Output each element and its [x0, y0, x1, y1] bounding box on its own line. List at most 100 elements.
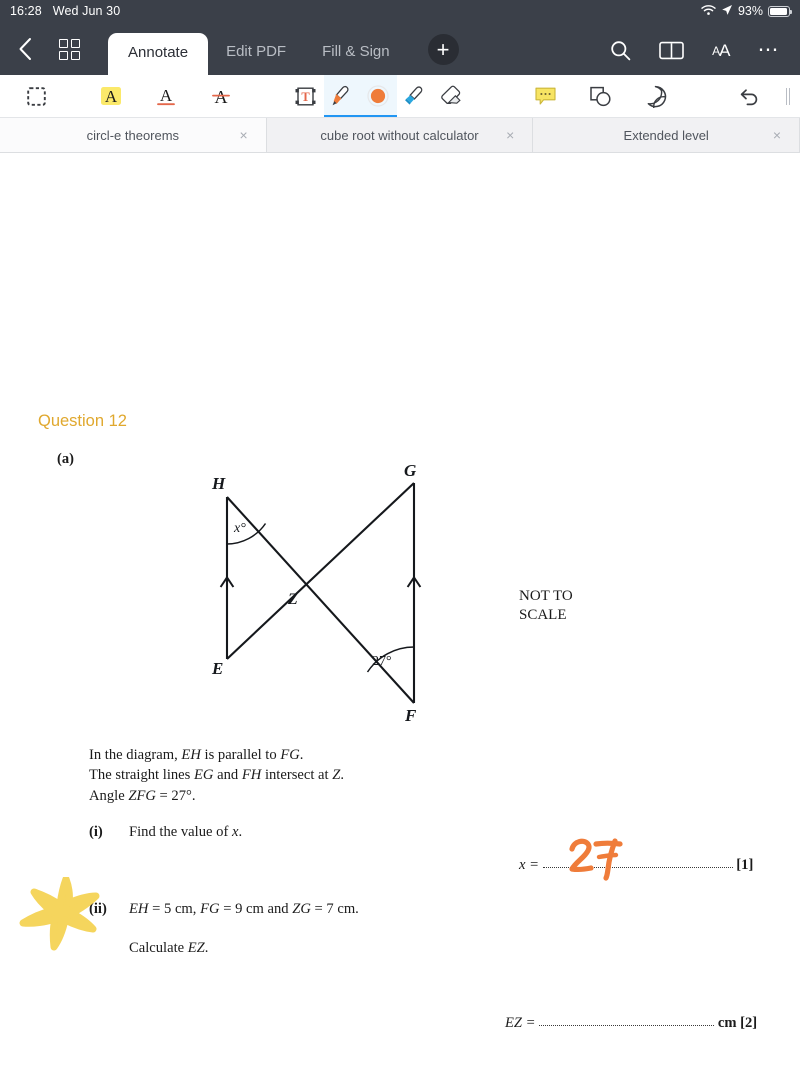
pen-tool[interactable] — [323, 75, 361, 117]
status-bar-left: 16:28 Wed Jun 30 — [10, 4, 120, 18]
statement-text: Angle — [89, 787, 129, 804]
svg-text:A: A — [105, 87, 118, 106]
instruction-text: Calculate — [129, 940, 188, 956]
toolbar-drag-handle[interactable] — [786, 87, 791, 105]
eraser-tool[interactable] — [433, 75, 470, 117]
answer-x-label: x = — [519, 857, 539, 873]
statement-text: is parallel to — [200, 747, 281, 763]
segment-zg: ZG — [292, 901, 311, 917]
close-icon[interactable]: × — [773, 128, 781, 142]
status-date: Wed Jun 30 — [52, 4, 121, 18]
more-icon[interactable]: ⋯ — [758, 40, 781, 60]
close-icon[interactable]: × — [239, 128, 247, 142]
underline-text-tool[interactable]: A — [148, 75, 185, 117]
add-tab-button[interactable]: + — [427, 34, 459, 65]
not-to-scale-line-2: SCALE — [519, 606, 567, 623]
status-time: 16:28 — [10, 4, 42, 18]
sticker-tool[interactable] — [637, 75, 674, 117]
shapes-tool[interactable] — [582, 75, 619, 117]
page-title: Question 12 — [38, 412, 127, 430]
vertex-label-Z: Z — [287, 591, 298, 608]
annotation-toolbar: A A A T — [0, 75, 800, 118]
answer-line-x[interactable]: x = [1] — [519, 857, 753, 874]
statement-text: intersect at — [261, 767, 333, 784]
statement-text: The straight lines — [89, 767, 194, 784]
mode-tab-bar: Annotate Edit PDF Fill & Sign + — [108, 33, 459, 75]
app-header: Annotate Edit PDF Fill & Sign + AA ⋯ — [0, 22, 800, 75]
text-box-tool[interactable]: T — [287, 75, 324, 117]
statement-text: In the diagram, — [89, 747, 182, 763]
tab-edit-pdf[interactable]: Edit PDF — [208, 43, 304, 75]
segment-fg: FG — [280, 747, 300, 763]
tab-fill-and-sign[interactable]: Fill & Sign — [304, 43, 408, 75]
search-icon[interactable] — [610, 40, 631, 61]
book-icon[interactable] — [659, 41, 684, 60]
sub-question-i-label: (i) — [89, 824, 103, 840]
sub-question-i-text: . — [238, 824, 243, 840]
undo-button[interactable] — [732, 75, 769, 117]
sub-question-ii-text: = 9 cm and — [219, 901, 293, 917]
header-right-group: AA ⋯ — [610, 40, 800, 75]
battery-percent-label: 93% — [737, 4, 763, 18]
marks-badge-2: [2] — [740, 1015, 758, 1031]
answer-ez-unit: cm — [717, 1015, 737, 1031]
statement-text: = 27°. — [155, 787, 196, 804]
doc-tab-cube-root[interactable]: cube root without calculator × — [266, 118, 534, 152]
statement-text: and — [213, 767, 242, 784]
sub-question-ii-instruction: Calculate EZ. — [129, 940, 208, 957]
statement-line-3: Angle ZFG = 27°. — [89, 786, 344, 806]
pdf-page-canvas[interactable]: Question 12 (a) NOT TO SCALE H G E F Z x… — [0, 153, 800, 1067]
vertex-label-G: G — [404, 465, 417, 480]
doc-tab-extended-level[interactable]: Extended level × — [533, 118, 800, 152]
angle-label-x: x° — [233, 521, 246, 536]
vertex-label-E: E — [211, 659, 223, 678]
tab-annotate[interactable]: Annotate — [108, 33, 209, 75]
sub-question-i: (i) Find the value of x. — [89, 824, 242, 841]
status-bar-right: 93% — [701, 4, 793, 19]
grid-view-icon[interactable] — [59, 38, 80, 60]
question-statement: In the diagram, EH is parallel to FG. Th… — [89, 745, 344, 806]
header-left-group — [0, 37, 98, 75]
statement-text: . — [340, 767, 344, 784]
comment-tool[interactable] — [528, 75, 565, 117]
segment-fh: FH — [241, 767, 262, 784]
answer-dotted-line[interactable] — [539, 1015, 715, 1026]
close-icon[interactable]: × — [506, 128, 514, 142]
status-bar: 16:28 Wed Jun 30 93% — [0, 0, 800, 22]
marks-badge-1: [1] — [736, 857, 754, 873]
vertex-label-F: F — [404, 706, 417, 725]
doc-tab-label: Extended level — [623, 127, 709, 143]
angle-label-27: 27° — [372, 654, 392, 669]
statement-text: . — [299, 747, 304, 763]
doc-tab-circle-theorems[interactable]: circl-e theorems × — [0, 118, 267, 152]
not-to-scale-note: NOT TO SCALE — [519, 587, 573, 625]
vertex-label-H: H — [211, 474, 226, 493]
highlighter-pen-tool[interactable] — [397, 75, 434, 117]
battery-icon — [768, 5, 793, 17]
geometry-diagram: H G E F Z x° 27° — [196, 461, 431, 732]
svg-text:A: A — [214, 87, 227, 107]
doc-tab-label: circl-e theorems — [86, 127, 180, 143]
segment-fg: FG — [200, 901, 220, 917]
sub-question-ii-text: = 5 cm, — [148, 901, 201, 917]
answer-dotted-line[interactable] — [542, 857, 733, 868]
location-arrow-icon — [721, 4, 733, 19]
strikethrough-text-tool[interactable]: A — [202, 75, 239, 117]
instruction-text: . — [204, 940, 209, 956]
select-area-tool[interactable] — [18, 75, 55, 117]
segment-eh: EH — [129, 901, 149, 917]
answer-line-ez[interactable]: EZ = cm [2] — [505, 1015, 757, 1032]
text-size-icon[interactable]: AA — [712, 41, 730, 61]
angle-zfg: ZFG — [128, 787, 156, 804]
highlight-text-tool[interactable]: A — [93, 75, 130, 117]
segment-eg: EG — [193, 767, 214, 784]
sub-question-ii-text: = 7 cm. — [310, 901, 359, 917]
sub-question-ii: (ii) EH = 5 cm, FG = 9 cm and ZG = 7 cm. — [89, 901, 359, 918]
svg-text:T: T — [301, 90, 310, 104]
statement-line-1: In the diagram, EH is parallel to FG. — [89, 745, 344, 765]
color-swatch-tool[interactable] — [360, 75, 397, 117]
part-label-a: (a) — [57, 451, 74, 467]
segment-ez: EZ — [187, 940, 205, 956]
back-button[interactable] — [18, 37, 33, 61]
wifi-icon — [701, 4, 716, 19]
